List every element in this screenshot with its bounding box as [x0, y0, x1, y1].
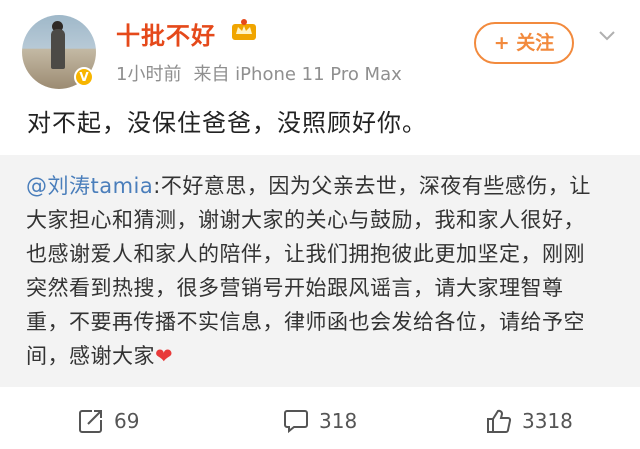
- chevron-down-icon[interactable]: [598, 30, 616, 42]
- post-meta: 1小时前 来自 iPhone 11 Pro Max: [116, 60, 402, 86]
- comment-button[interactable]: 318: [283, 406, 357, 436]
- post-header: V 十批不好 1小时前 来自 iPhone 11 Pro Max + 关注: [0, 0, 640, 94]
- crown-badge-icon: [232, 19, 256, 40]
- post-text: 对不起，没保住爸爸，没照顾好你。: [27, 109, 427, 137]
- quoted-post-body: :不好意思，因为父亲去世，深夜有些感伤，让大家担心和猜测，谢谢大家的关心与鼓励，…: [26, 174, 591, 368]
- post-time: 1小时前: [116, 64, 182, 85]
- post-source[interactable]: 来自 iPhone 11 Pro Max: [193, 64, 401, 85]
- mention-link[interactable]: @刘涛tamia: [26, 174, 153, 198]
- like-count: 3318: [522, 409, 573, 433]
- comment-icon: [284, 410, 308, 434]
- follow-button[interactable]: + 关注: [474, 22, 574, 64]
- comment-count: 318: [319, 409, 358, 433]
- quoted-post-text: @刘涛tamia:不好意思，因为父亲去世，深夜有些感伤，让大家担心和猜测，谢谢大…: [26, 169, 606, 373]
- repost-count: 69: [114, 409, 140, 433]
- action-bar: 69 318 3318: [0, 394, 640, 449]
- like-icon: [487, 409, 512, 433]
- repost-button[interactable]: 69: [78, 406, 139, 436]
- heart-emoji: ❤: [155, 344, 174, 368]
- like-button[interactable]: 3318: [486, 406, 573, 436]
- repost-icon: [79, 410, 102, 433]
- username[interactable]: 十批不好: [116, 16, 216, 51]
- verified-badge-icon: V: [74, 67, 94, 87]
- quoted-post[interactable]: @刘涛tamia:不好意思，因为父亲去世，深夜有些感伤，让大家担心和猜测，谢谢大…: [0, 155, 640, 387]
